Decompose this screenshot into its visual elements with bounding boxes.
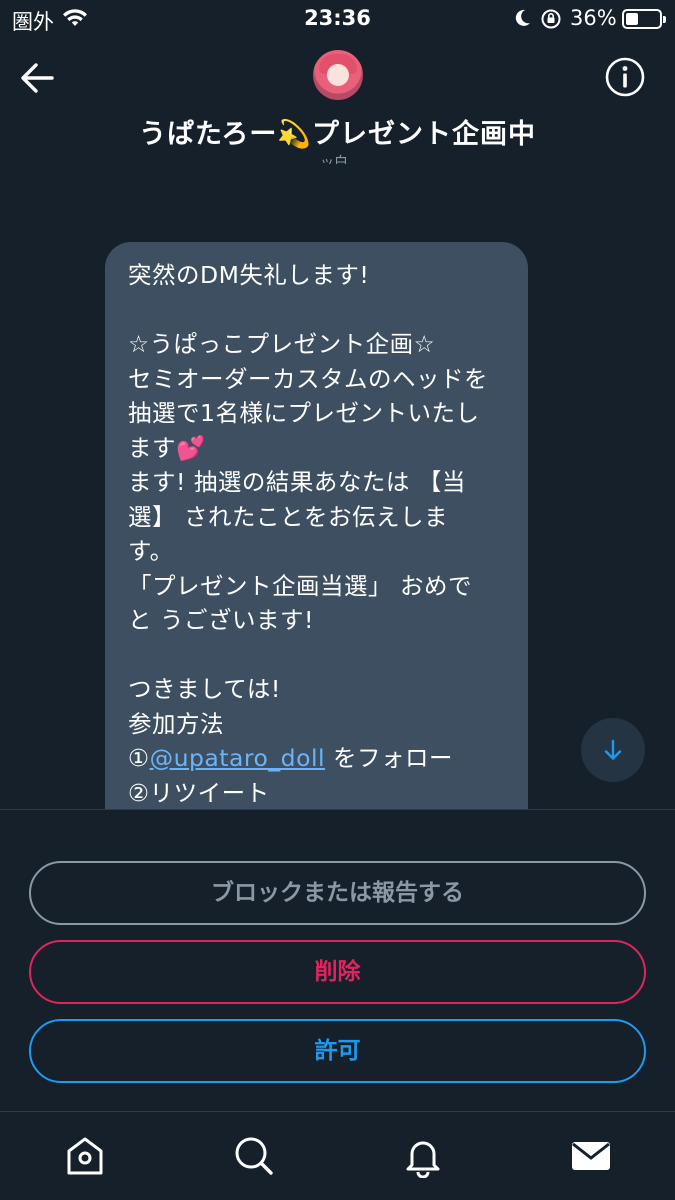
tab-home[interactable]	[63, 1134, 107, 1178]
message-line-step2: ②リツイート	[128, 778, 270, 807]
message-line-step1: ①@upataro_doll をフォロー	[128, 741, 510, 776]
info-icon	[605, 57, 645, 97]
allow-button[interactable]: 許可	[29, 1019, 646, 1083]
message-request-actions: ブロックまたは報告する 削除 許可	[0, 809, 675, 1111]
conversation-header: うぱたろー💫プレゼント企画中 ッ白	[0, 40, 675, 165]
message-bubble: 突然のDM失礼します! ☆うぱっこプレゼント企画☆ セミオーダーカスタムのヘッド…	[105, 242, 528, 862]
battery-percent: 36%	[570, 6, 617, 30]
message-line: 「プレゼント企画当選」 おめで	[128, 571, 472, 600]
message-line: ます! 抽選の結果あなたは 【当	[128, 468, 466, 496]
scroll-to-bottom-button[interactable]	[581, 718, 645, 782]
message-line: 抽選で1名様にプレゼントいたし	[128, 399, 480, 427]
info-button[interactable]	[603, 55, 647, 99]
battery-icon	[622, 9, 666, 29]
header-subtitle-fragment: ッ白	[320, 155, 348, 164]
tab-search[interactable]	[232, 1134, 276, 1178]
tab-messages[interactable]	[569, 1134, 613, 1178]
message-line: す。	[128, 537, 174, 565]
message-line: セミオーダーカスタムのヘッドを	[128, 364, 488, 393]
message-line	[128, 293, 510, 328]
back-button[interactable]	[18, 58, 58, 98]
search-icon	[235, 1137, 273, 1175]
tab-bar	[0, 1111, 675, 1200]
conversation-title: うぱたろー💫プレゼント企画中	[139, 119, 536, 150]
rotation-lock-icon	[540, 8, 562, 35]
bell-icon	[406, 1141, 440, 1179]
message-line	[128, 638, 510, 673]
do-not-disturb-icon	[512, 8, 532, 33]
mention-link[interactable]: @upataro_doll	[150, 744, 325, 772]
delete-button[interactable]: 削除	[29, 940, 646, 1004]
status-bar: 圏外 23:36 36%	[0, 0, 675, 40]
message-line: 参加方法	[128, 709, 224, 738]
mail-icon	[572, 1142, 610, 1170]
dm-request-screen: 圏外 23:36 36% うぱたろー💫プレゼント企画中 ッ白 突然のDM失礼しま…	[0, 0, 675, 1200]
message-line: 突然のDM失礼します!	[128, 261, 370, 289]
tab-notifications[interactable]	[401, 1134, 445, 1179]
message-line: つきましては!	[128, 675, 281, 703]
avatar[interactable]	[313, 50, 363, 100]
back-arrow-icon	[21, 63, 54, 93]
message-line: 選】 されたことをお伝えしま	[128, 502, 448, 531]
block-or-report-button[interactable]: ブロックまたは報告する	[29, 861, 646, 925]
home-icon	[67, 1137, 103, 1175]
message-line: ☆うぱっこプレゼント企画☆	[128, 330, 436, 358]
message-line: と うございます!	[128, 606, 314, 634]
step1-suffix: をフォロー	[325, 744, 454, 772]
arrow-down-icon	[604, 739, 622, 760]
message-line: ます💕	[128, 433, 206, 462]
step1-prefix: ①	[128, 744, 150, 772]
